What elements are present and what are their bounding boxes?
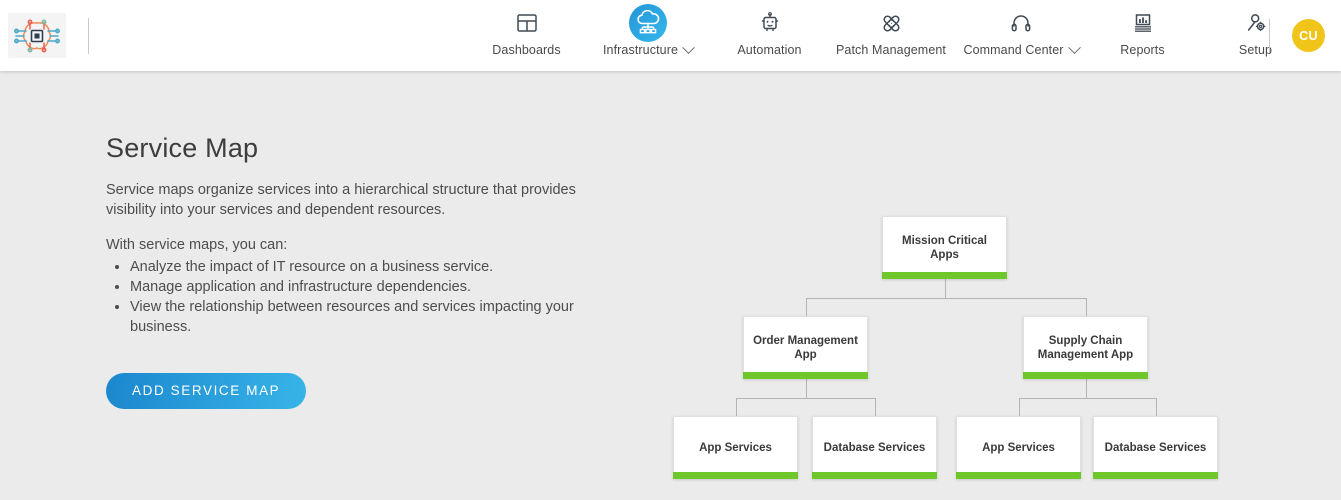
chevron-down-icon[interactable] <box>1067 40 1081 54</box>
connector-branch <box>1018 398 1020 416</box>
service-map-node-label: App Services <box>982 442 1055 454</box>
service-map-diagram: Mission Critical Apps Order Management Ap… <box>660 71 1260 500</box>
list-item: View the relationship between resources … <box>130 297 600 337</box>
service-map-node-app2[interactable]: App Services <box>956 416 1081 479</box>
nav-item-command-center[interactable]: Command Center <box>956 0 1086 71</box>
service-map-node-db2[interactable]: Database Services <box>1093 416 1218 479</box>
sub-lead-text: With service maps, you can: <box>106 237 288 253</box>
connector-branch <box>735 398 737 416</box>
brand-divider <box>88 17 89 54</box>
nav-label-infrastructure: Infrastructure <box>602 40 695 57</box>
list-item: Analyze the impact of IT resource on a b… <box>130 257 600 277</box>
status-badge <box>673 472 798 479</box>
bar-chart-report-icon <box>1132 9 1154 37</box>
status-badge <box>743 372 868 379</box>
connector-branch <box>1155 398 1157 416</box>
service-map-node-label: Mission Critical Apps <box>902 235 987 261</box>
status-badge <box>812 472 937 479</box>
page-body: Service Map Service maps organize servic… <box>0 71 1341 500</box>
connector-stem <box>805 379 807 398</box>
app-header: Dashboards Infrastructure Automation Pat… <box>0 0 1341 71</box>
nav-label-reports: Reports <box>1120 43 1165 57</box>
connector-branch <box>1085 298 1087 316</box>
nav-label-command-center-text: Command Center <box>963 43 1064 57</box>
service-map-node-label: Supply Chain Management App <box>1037 335 1134 361</box>
service-map-node-root[interactable]: Mission Critical Apps <box>882 216 1007 279</box>
service-map-info-pane: Service Map Service maps organize servic… <box>106 133 606 409</box>
connector-branch <box>874 398 876 416</box>
nav-label-setup: Setup <box>1238 43 1273 57</box>
capabilities-list: Analyze the impact of IT resource on a b… <box>106 257 606 337</box>
nav-item-automation[interactable]: Automation <box>713 0 826 71</box>
nav-item-dashboards[interactable]: Dashboards <box>470 0 583 71</box>
headset-icon <box>1010 9 1032 37</box>
connector-stem <box>1085 379 1087 398</box>
service-map-node-label: Database Services <box>823 442 926 454</box>
header-divider <box>1269 18 1270 53</box>
main-navigation: Dashboards Infrastructure Automation Pat… <box>470 0 1312 71</box>
nav-label-command-center: Command Center <box>963 40 1081 57</box>
cloud-network-icon <box>629 4 667 42</box>
nav-label-infrastructure-text: Infrastructure <box>602 43 679 57</box>
ai-circuit-brain-logo[interactable] <box>8 13 66 58</box>
status-badge <box>956 472 1081 479</box>
chevron-down-icon[interactable] <box>682 40 695 54</box>
status-badge <box>1023 372 1148 379</box>
nav-item-reports[interactable]: Reports <box>1086 0 1199 71</box>
dashboard-layout-icon <box>516 9 538 37</box>
service-map-node-app1[interactable]: App Services <box>673 416 798 479</box>
connector-bus <box>1018 398 1156 399</box>
service-map-node-scma[interactable]: Supply Chain Management App <box>1023 316 1148 379</box>
service-map-node-label: App Services <box>699 442 772 454</box>
nav-label-patch-management: Patch Management <box>836 43 946 57</box>
bandage-patch-icon <box>880 9 903 37</box>
list-item: Manage application and infrastructure de… <box>130 277 600 297</box>
header-right-area: CU <box>1269 0 1325 71</box>
avatar[interactable]: CU <box>1292 19 1325 52</box>
add-service-map-button[interactable]: ADD SERVICE MAP <box>106 373 307 409</box>
brand-area <box>0 0 89 71</box>
service-map-node-db1[interactable]: Database Services <box>812 416 937 479</box>
status-badge <box>882 272 1007 279</box>
page-title: Service Map <box>106 133 259 163</box>
service-map-node-label: Database Services <box>1104 442 1207 454</box>
user-gear-icon <box>1245 9 1267 37</box>
nav-item-patch-management[interactable]: Patch Management <box>826 0 956 71</box>
nav-item-infrastructure[interactable]: Infrastructure <box>583 0 713 71</box>
service-map-node-label: Order Management App <box>753 335 858 361</box>
connector-branch <box>805 298 807 316</box>
connector-bus <box>735 398 875 399</box>
intro-paragraph: Service maps organize services into a hi… <box>106 182 576 218</box>
connector-bus <box>805 298 1086 299</box>
nav-label-dashboards: Dashboards <box>492 43 561 57</box>
service-map-node-oma[interactable]: Order Management App <box>743 316 868 379</box>
connector-stem <box>944 279 946 298</box>
status-badge <box>1093 472 1218 479</box>
nav-label-automation: Automation <box>737 43 802 57</box>
robot-icon <box>759 9 781 37</box>
